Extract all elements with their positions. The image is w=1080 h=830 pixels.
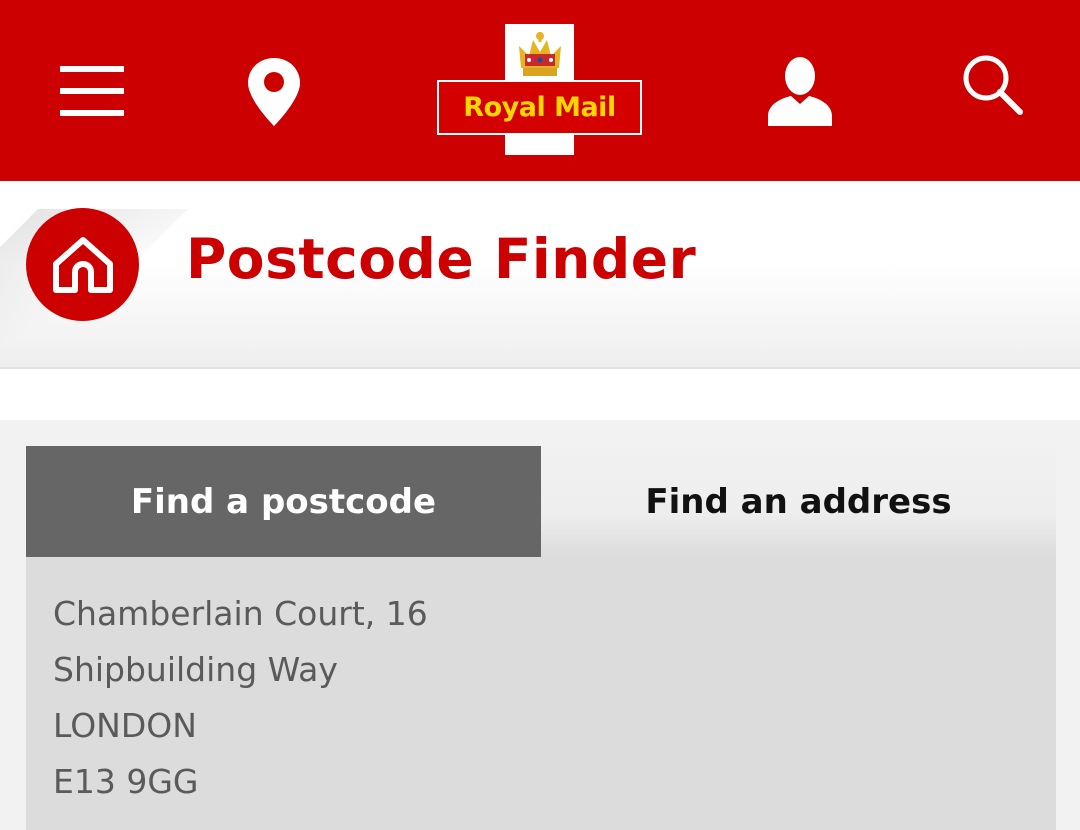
crown-icon: [519, 32, 561, 76]
menu-button[interactable]: [50, 55, 134, 127]
app-header: Royal Mail: [0, 0, 1080, 181]
search-icon: [963, 55, 1023, 115]
address-line: Shipbuilding Way: [53, 650, 338, 689]
address-line: LONDON: [53, 706, 197, 745]
tab-find-a-postcode[interactable]: Find a postcode: [26, 446, 541, 557]
logo-text: Royal Mail: [463, 92, 616, 123]
title-band: Postcode Finder: [0, 181, 1080, 369]
location-pin-icon: [248, 58, 300, 126]
account-icon: [768, 57, 832, 126]
address-postcode: E13 9GG: [53, 762, 199, 801]
home-icon: [52, 236, 113, 293]
logo-bar: Royal Mail: [437, 80, 642, 135]
address-line: Chamberlain Court, 16: [53, 594, 428, 633]
home-button[interactable]: [26, 208, 139, 321]
page-title: Postcode Finder: [186, 227, 697, 291]
postcode-panel: Find a postcode Find an address Chamberl…: [26, 446, 1056, 830]
location-button[interactable]: [236, 50, 312, 134]
royal-mail-logo[interactable]: Royal Mail: [437, 24, 642, 155]
tab-find-an-address[interactable]: Find an address: [541, 446, 1056, 557]
spacer: [0, 369, 1080, 420]
address-result: Chamberlain Court, 16 Shipbuilding Way L…: [53, 586, 428, 810]
menu-icon: [60, 66, 124, 116]
content-area: Find a postcode Find an address Chamberl…: [0, 420, 1080, 830]
search-button[interactable]: [954, 48, 1030, 120]
account-button[interactable]: [760, 52, 840, 128]
